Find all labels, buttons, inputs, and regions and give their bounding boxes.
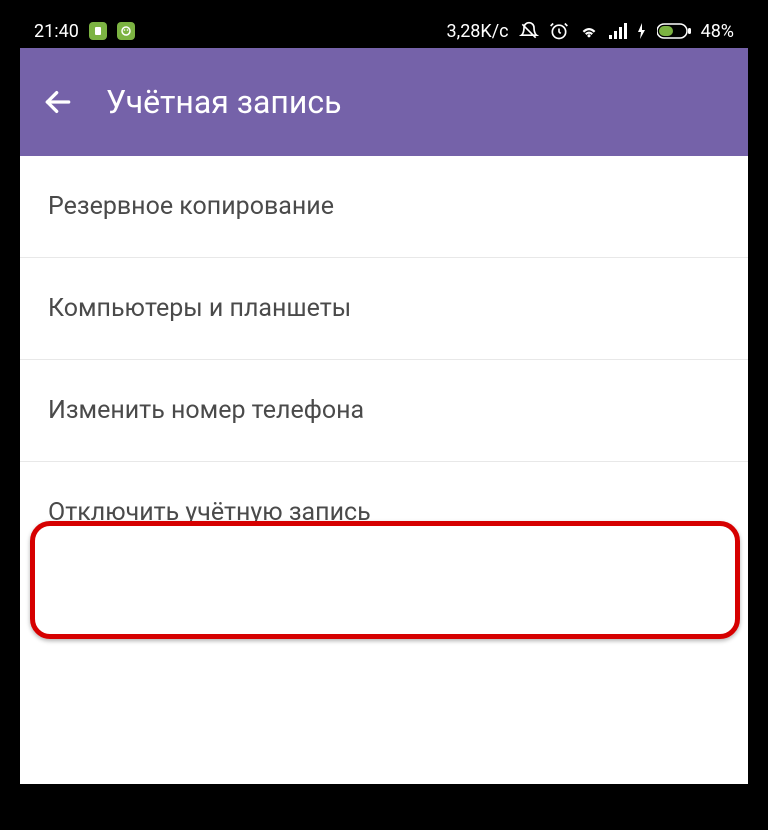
page-title: Учётная запись — [106, 83, 341, 121]
list-item-deactivate[interactable]: Отключить учётную запись — [20, 462, 748, 563]
charging-icon — [637, 23, 647, 39]
list-item-label: Изменить номер телефона — [48, 396, 364, 425]
back-arrow-icon — [42, 86, 74, 118]
back-button[interactable] — [38, 82, 78, 122]
app-badge-icon-1 — [89, 22, 107, 40]
status-time: 21:40 — [34, 21, 79, 42]
list-item-backup[interactable]: Резервное копирование — [20, 156, 748, 258]
list-item-label: Отключить учётную запись — [48, 498, 371, 527]
appbar: Учётная запись — [20, 48, 748, 156]
alarm-icon — [549, 21, 569, 41]
wifi-icon — [579, 23, 599, 39]
list-item-devices[interactable]: Компьютеры и планшеты — [20, 258, 748, 360]
settings-list: Резервное копирование Компьютеры и планш… — [20, 156, 748, 784]
mute-icon — [519, 21, 539, 41]
signal-icon — [609, 23, 627, 39]
list-item-change-number[interactable]: Изменить номер телефона — [20, 360, 748, 462]
list-item-label: Компьютеры и планшеты — [48, 294, 351, 323]
app-badge-icon-2 — [117, 22, 135, 40]
status-net-speed: 3,28K/c — [447, 21, 509, 42]
status-battery-pct: 48% — [701, 21, 734, 42]
status-bar: 21:40 3,28K/c — [20, 14, 748, 48]
battery-icon — [657, 23, 691, 39]
list-item-label: Резервное копирование — [48, 192, 334, 221]
